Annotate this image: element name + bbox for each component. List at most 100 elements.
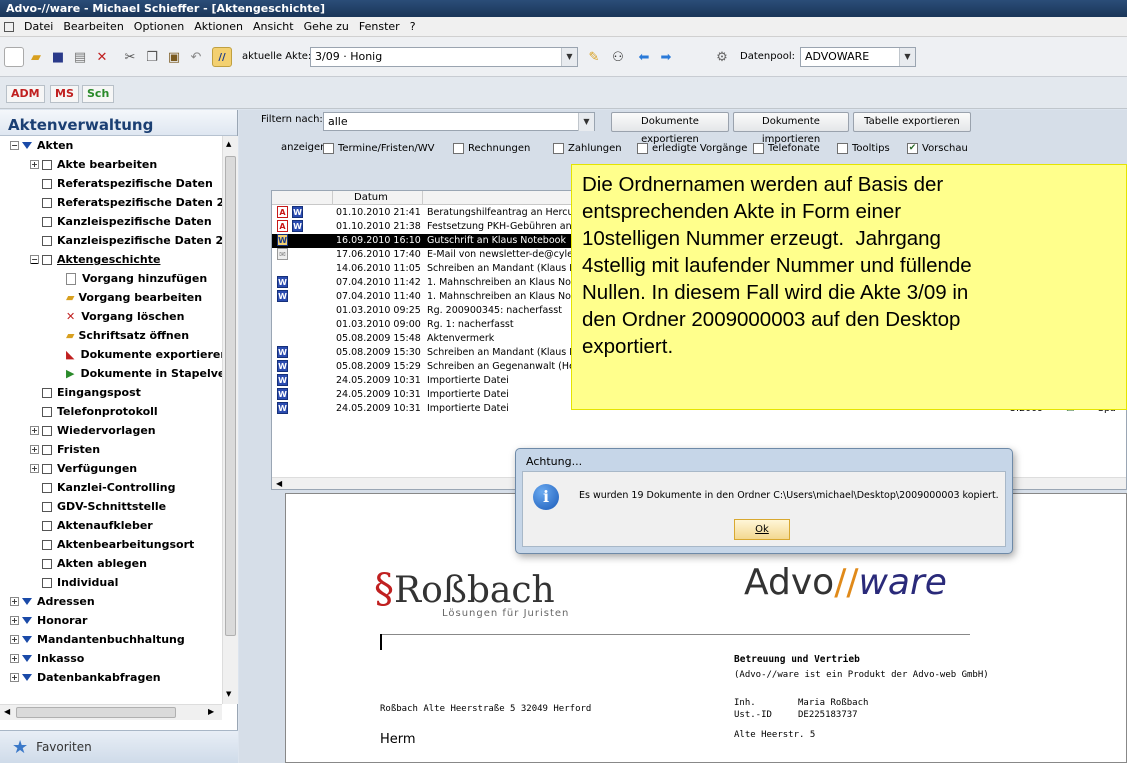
tree-node-kanzleispezifische-daten[interactable]: Kanzleispezifische Daten bbox=[42, 212, 212, 231]
checkbox[interactable] bbox=[453, 142, 464, 154]
save-icon[interactable]: ■ bbox=[48, 47, 68, 67]
expand-icon[interactable]: + bbox=[10, 616, 19, 625]
import-documents-button[interactable]: Dokumente importieren bbox=[733, 112, 849, 145]
tree-node-vorgang-loeschen[interactable]: ✕ Vorgang löschen bbox=[66, 307, 184, 326]
tree-node-eingangspost[interactable]: Eingangspost bbox=[42, 383, 141, 402]
checkbox[interactable] bbox=[637, 142, 648, 154]
scroll-right-icon[interactable]: ▶ bbox=[208, 707, 214, 716]
menu-optionen[interactable]: Optionen bbox=[134, 20, 184, 33]
scroll-left-icon[interactable]: ◀ bbox=[4, 707, 10, 716]
scroll-down-icon[interactable]: ▼ bbox=[226, 690, 231, 698]
tree-node-datenbankabfragen[interactable]: + Datenbankabfragen bbox=[10, 668, 161, 687]
menu-bearbeiten[interactable]: Bearbeiten bbox=[63, 20, 123, 33]
collapse-icon[interactable]: − bbox=[30, 255, 39, 264]
checkbox[interactable] bbox=[323, 142, 334, 154]
sidebar-horizontal-scrollbar[interactable]: ◀ ▶ bbox=[0, 704, 222, 720]
chevron-down-icon[interactable]: ▼ bbox=[561, 48, 577, 66]
back-arrow-icon[interactable]: ⬅ bbox=[634, 47, 654, 67]
print-icon[interactable]: ▤ bbox=[70, 47, 90, 67]
option-telefonate[interactable]: Telefonate bbox=[753, 140, 820, 156]
scroll-up-icon[interactable]: ▲ bbox=[226, 140, 231, 148]
collapse-icon[interactable]: − bbox=[10, 141, 19, 150]
tree-node-gdv-schnittstelle[interactable]: GDV-Schnittstelle bbox=[42, 497, 166, 516]
forward-arrow-icon[interactable]: ➡ bbox=[656, 47, 676, 67]
advoware-icon[interactable]: // bbox=[212, 47, 232, 67]
tree-node-akte-bearbeiten[interactable]: + Akte bearbeiten bbox=[30, 155, 157, 174]
tree-node-vorgang-bearbeiten[interactable]: ▰ Vorgang bearbeiten bbox=[66, 288, 202, 307]
filter-select[interactable]: alle ▼ bbox=[323, 112, 595, 131]
scrollbar-thumb[interactable] bbox=[225, 156, 236, 636]
option-erledigte-vorgaenge[interactable]: erledigte Vorgänge bbox=[637, 140, 747, 156]
chevron-down-icon[interactable]: ▼ bbox=[578, 113, 594, 131]
chevron-down-icon[interactable]: ▼ bbox=[899, 48, 915, 66]
tree-node-dokumente-in-stapelverarbeitung[interactable]: ▶Dokumente in Stapelvera bbox=[66, 364, 222, 383]
menu-gehe-zu[interactable]: Gehe zu bbox=[304, 20, 349, 33]
cut-icon[interactable]: ✂ bbox=[120, 47, 140, 67]
datenpool-select[interactable]: ADVOWARE ▼ bbox=[800, 47, 916, 67]
binoculars-icon[interactable]: ⚇ bbox=[608, 47, 628, 67]
menu-help[interactable]: ? bbox=[410, 20, 416, 33]
option-termine[interactable]: Termine/Fristen/WV bbox=[323, 140, 435, 156]
open-folder-icon[interactable]: ▰ bbox=[26, 47, 46, 67]
option-rechnungen[interactable]: Rechnungen bbox=[453, 140, 530, 156]
checkbox-checked[interactable]: ✔ bbox=[907, 142, 918, 154]
tag-sch[interactable]: Sch bbox=[82, 85, 115, 103]
expand-icon[interactable]: + bbox=[10, 673, 19, 682]
export-documents-button[interactable]: Dokumente exportieren bbox=[611, 112, 729, 145]
option-tooltips[interactable]: Tooltips bbox=[837, 140, 890, 156]
tree-node-individual[interactable]: Individual bbox=[42, 573, 118, 592]
column-datum[interactable]: Datum bbox=[354, 192, 388, 203]
tree-node-schriftsatz-oeffnen[interactable]: ▰ Schriftsatz öffnen bbox=[66, 326, 189, 345]
tree-node-dokumente-exportieren[interactable]: ◣ Dokumente exportieren bbox=[66, 345, 222, 364]
tree-node-verfuegungen[interactable]: + Verfügungen bbox=[30, 459, 137, 478]
tree-node-aktenaufkleber[interactable]: Aktenaufkleber bbox=[42, 516, 153, 535]
expand-icon[interactable]: + bbox=[10, 654, 19, 663]
tree-node-mandantenbuchhaltung[interactable]: + Mandantenbuchhaltung bbox=[10, 630, 185, 649]
checkbox[interactable] bbox=[753, 142, 764, 154]
expand-icon[interactable]: + bbox=[30, 426, 39, 435]
tag-ms[interactable]: MS bbox=[50, 85, 79, 103]
undo-icon[interactable]: ↶ bbox=[186, 47, 206, 67]
tree-node-referatspezifische-daten[interactable]: Referatspezifische Daten bbox=[42, 174, 213, 193]
tree-node-wiedervorlagen[interactable]: + Wiedervorlagen bbox=[30, 421, 156, 440]
tree-node-telefonprotokoll[interactable]: Telefonprotokoll bbox=[42, 402, 158, 421]
tree-node-kanzlei-controlling[interactable]: Kanzlei-Controlling bbox=[42, 478, 175, 497]
new-document-icon[interactable] bbox=[4, 47, 24, 67]
tag-adm[interactable]: ADM bbox=[6, 85, 45, 103]
tree-node-akten[interactable]: − Akten bbox=[10, 136, 73, 155]
menu-datei[interactable]: Datei bbox=[24, 20, 53, 33]
menu-fenster[interactable]: Fenster bbox=[359, 20, 400, 33]
paste-icon[interactable]: ▣ bbox=[164, 47, 184, 67]
app-menu-icon[interactable] bbox=[4, 21, 14, 32]
expand-icon[interactable]: + bbox=[30, 445, 39, 454]
option-zahlungen[interactable]: Zahlungen bbox=[553, 140, 622, 156]
export-table-button[interactable]: Tabelle exportieren bbox=[853, 112, 971, 132]
expand-icon[interactable]: + bbox=[30, 464, 39, 473]
checkbox[interactable] bbox=[553, 142, 564, 154]
tree-node-kanzleispezifische-daten-2[interactable]: Kanzleispezifische Daten 2 bbox=[42, 231, 222, 250]
ok-button[interactable]: Ok bbox=[734, 519, 790, 540]
option-vorschau[interactable]: ✔ Vorschau bbox=[907, 140, 968, 156]
checkbox[interactable] bbox=[837, 142, 848, 154]
tree-node-adressen[interactable]: + Adressen bbox=[10, 592, 95, 611]
tree-node-inkasso[interactable]: + Inkasso bbox=[10, 649, 84, 668]
akte-select[interactable]: 3/09 · Honig ▼ bbox=[310, 47, 578, 67]
tree-node-referatspezifische-daten-2[interactable]: Referatspezifische Daten 2 bbox=[42, 193, 222, 212]
favorites-bar[interactable]: ★ Favoriten bbox=[0, 730, 238, 763]
folder-edit-icon[interactable]: ✎ bbox=[584, 47, 604, 67]
tree-node-fristen[interactable]: + Fristen bbox=[30, 440, 100, 459]
menu-aktionen[interactable]: Aktionen bbox=[194, 20, 243, 33]
expand-icon[interactable]: + bbox=[10, 597, 19, 606]
menu-ansicht[interactable]: Ansicht bbox=[253, 20, 294, 33]
expand-icon[interactable]: + bbox=[30, 160, 39, 169]
copy-icon[interactable]: ❐ bbox=[142, 47, 162, 67]
delete-icon[interactable]: ✕ bbox=[92, 47, 112, 67]
sidebar-vertical-scrollbar[interactable]: ▲ ▼ bbox=[222, 136, 238, 704]
tree-node-honorar[interactable]: + Honorar bbox=[10, 611, 87, 630]
scrollbar-thumb[interactable] bbox=[16, 707, 176, 718]
tree-node-akten-ablegen[interactable]: Akten ablegen bbox=[42, 554, 147, 573]
tree-node-vorgang-hinzufuegen[interactable]: Vorgang hinzufügen bbox=[66, 269, 207, 288]
tree-node-aktenbearbeitungsort[interactable]: Aktenbearbeitungsort bbox=[42, 535, 194, 554]
tree-node-aktengeschichte[interactable]: − Aktengeschichte bbox=[30, 250, 160, 269]
scroll-left-icon[interactable]: ◀ bbox=[276, 479, 282, 488]
